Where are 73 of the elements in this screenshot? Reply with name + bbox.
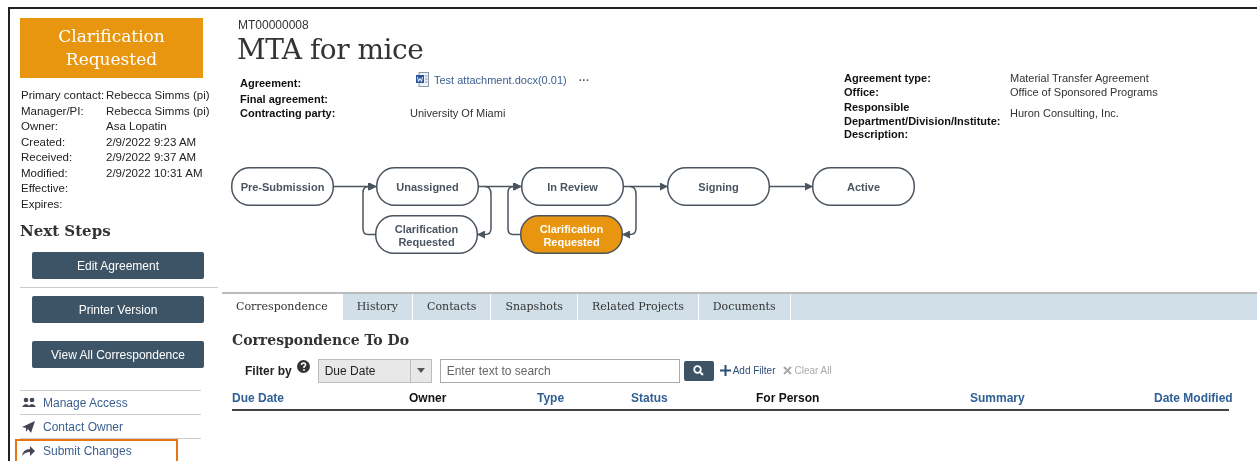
detail-value: 2/9/2022 9:23 AM: [106, 134, 198, 150]
plus-icon: [719, 365, 731, 376]
attachment-link[interactable]: Test attachment.docx(0.01): [434, 72, 567, 87]
field-label: Agreement type:: [844, 72, 932, 86]
connector-arrow: [769, 182, 813, 190]
workflow-stage: Clarification Requested: [375, 214, 478, 254]
tab[interactable]: Documents: [698, 293, 791, 320]
people-icon: [22, 396, 36, 409]
workflow-stage: Signing: [667, 166, 770, 206]
detail-value: Rebecca Simms (pi): [106, 103, 211, 119]
page-title: MTA for mice: [237, 33, 425, 66]
record-id: MT00000008: [238, 18, 310, 32]
share-arrow-icon: [22, 445, 36, 457]
detail-value: 2/9/2022 10:31 AM: [106, 165, 204, 181]
detail-value: 2/9/2022 9:37 AM: [106, 150, 198, 165]
field-label: Agreement:: [240, 76, 303, 91]
action-button[interactable]: Printer Version: [32, 296, 204, 323]
close-icon: [783, 366, 793, 375]
section-heading: Next Steps: [20, 222, 112, 240]
search-button[interactable]: [683, 360, 714, 381]
sidebar-link[interactable]: Submit Changes: [15, 439, 178, 461]
detail-label: Effective:: [21, 181, 70, 196]
document-icon: [416, 72, 429, 87]
workflow-stage: Pre-Submission: [231, 166, 334, 206]
paper-plane-icon: [22, 420, 36, 433]
search-icon: [693, 365, 705, 376]
action-button[interactable]: View All Correspondence: [32, 341, 204, 368]
detail-label: Primary contact:: [21, 88, 106, 103]
workflow-stage: Active: [812, 166, 915, 206]
more-menu[interactable]: ···: [578, 72, 590, 87]
detail-label: Created:: [21, 134, 67, 150]
workflow-stage: Clarification Requested: [520, 214, 623, 254]
sidebar-link[interactable]: Manage Access: [20, 391, 201, 415]
column-header[interactable]: Due Date: [232, 390, 409, 405]
detail-label: Manager/PI:: [21, 103, 85, 119]
search-field[interactable]: Enter text to search: [439, 358, 680, 383]
column-header[interactable]: Status: [631, 390, 756, 405]
tab[interactable]: Contacts: [413, 293, 492, 320]
field-value: Huron Consulting, Inc.: [1010, 106, 1119, 121]
tab[interactable]: Related Projects: [578, 293, 699, 320]
column-header: For Person: [756, 390, 821, 405]
sidebar-link[interactable]: Contact Owner: [20, 415, 201, 439]
field-value: University Of Miami: [410, 107, 506, 119]
field-label: Responsible Department/Division/Institute:: [844, 100, 1002, 128]
status-banner: Clarification Requested: [20, 18, 203, 78]
field-label: Description:: [844, 128, 910, 142]
field-value: Material Transfer Agreement: [1010, 72, 1149, 86]
field-label: Final agreement:: [240, 92, 330, 106]
workflow-stage: In Review: [521, 166, 624, 206]
detail-value: Rebecca Simms (pi): [106, 88, 211, 103]
column-header: Owner: [409, 390, 448, 405]
detail-value: Asa Lopatin: [106, 119, 168, 134]
detail-label: Modified:: [21, 165, 69, 181]
filter-label: Filter by: [245, 363, 292, 378]
field-value: Office of Sponsored Programs: [1010, 85, 1158, 99]
tab[interactable]: History: [342, 293, 414, 320]
caret-icon: [416, 368, 425, 373]
tab[interactable]: Snapshots: [491, 293, 578, 320]
add-filter-link[interactable]: Add Filter: [719, 365, 776, 376]
column-header[interactable]: Summary: [970, 390, 1154, 405]
section-heading: Correspondence To Do: [232, 331, 410, 348]
tab[interactable]: Correspondence: [222, 293, 343, 320]
detail-label: Owner:: [21, 119, 60, 134]
action-button[interactable]: Edit Agreement: [32, 252, 204, 279]
detail-label: Expires:: [21, 196, 64, 212]
filter-dropdown[interactable]: Due Date: [317, 358, 432, 383]
column-header[interactable]: Type: [537, 390, 631, 405]
workflow-stage: Unassigned: [376, 166, 479, 206]
detail-label: Received:: [21, 150, 74, 165]
field-label: Office:: [844, 85, 880, 99]
help-icon: [296, 360, 310, 373]
column-header[interactable]: Date Modified: [1154, 390, 1244, 405]
field-label: Contracting party:: [240, 106, 337, 120]
